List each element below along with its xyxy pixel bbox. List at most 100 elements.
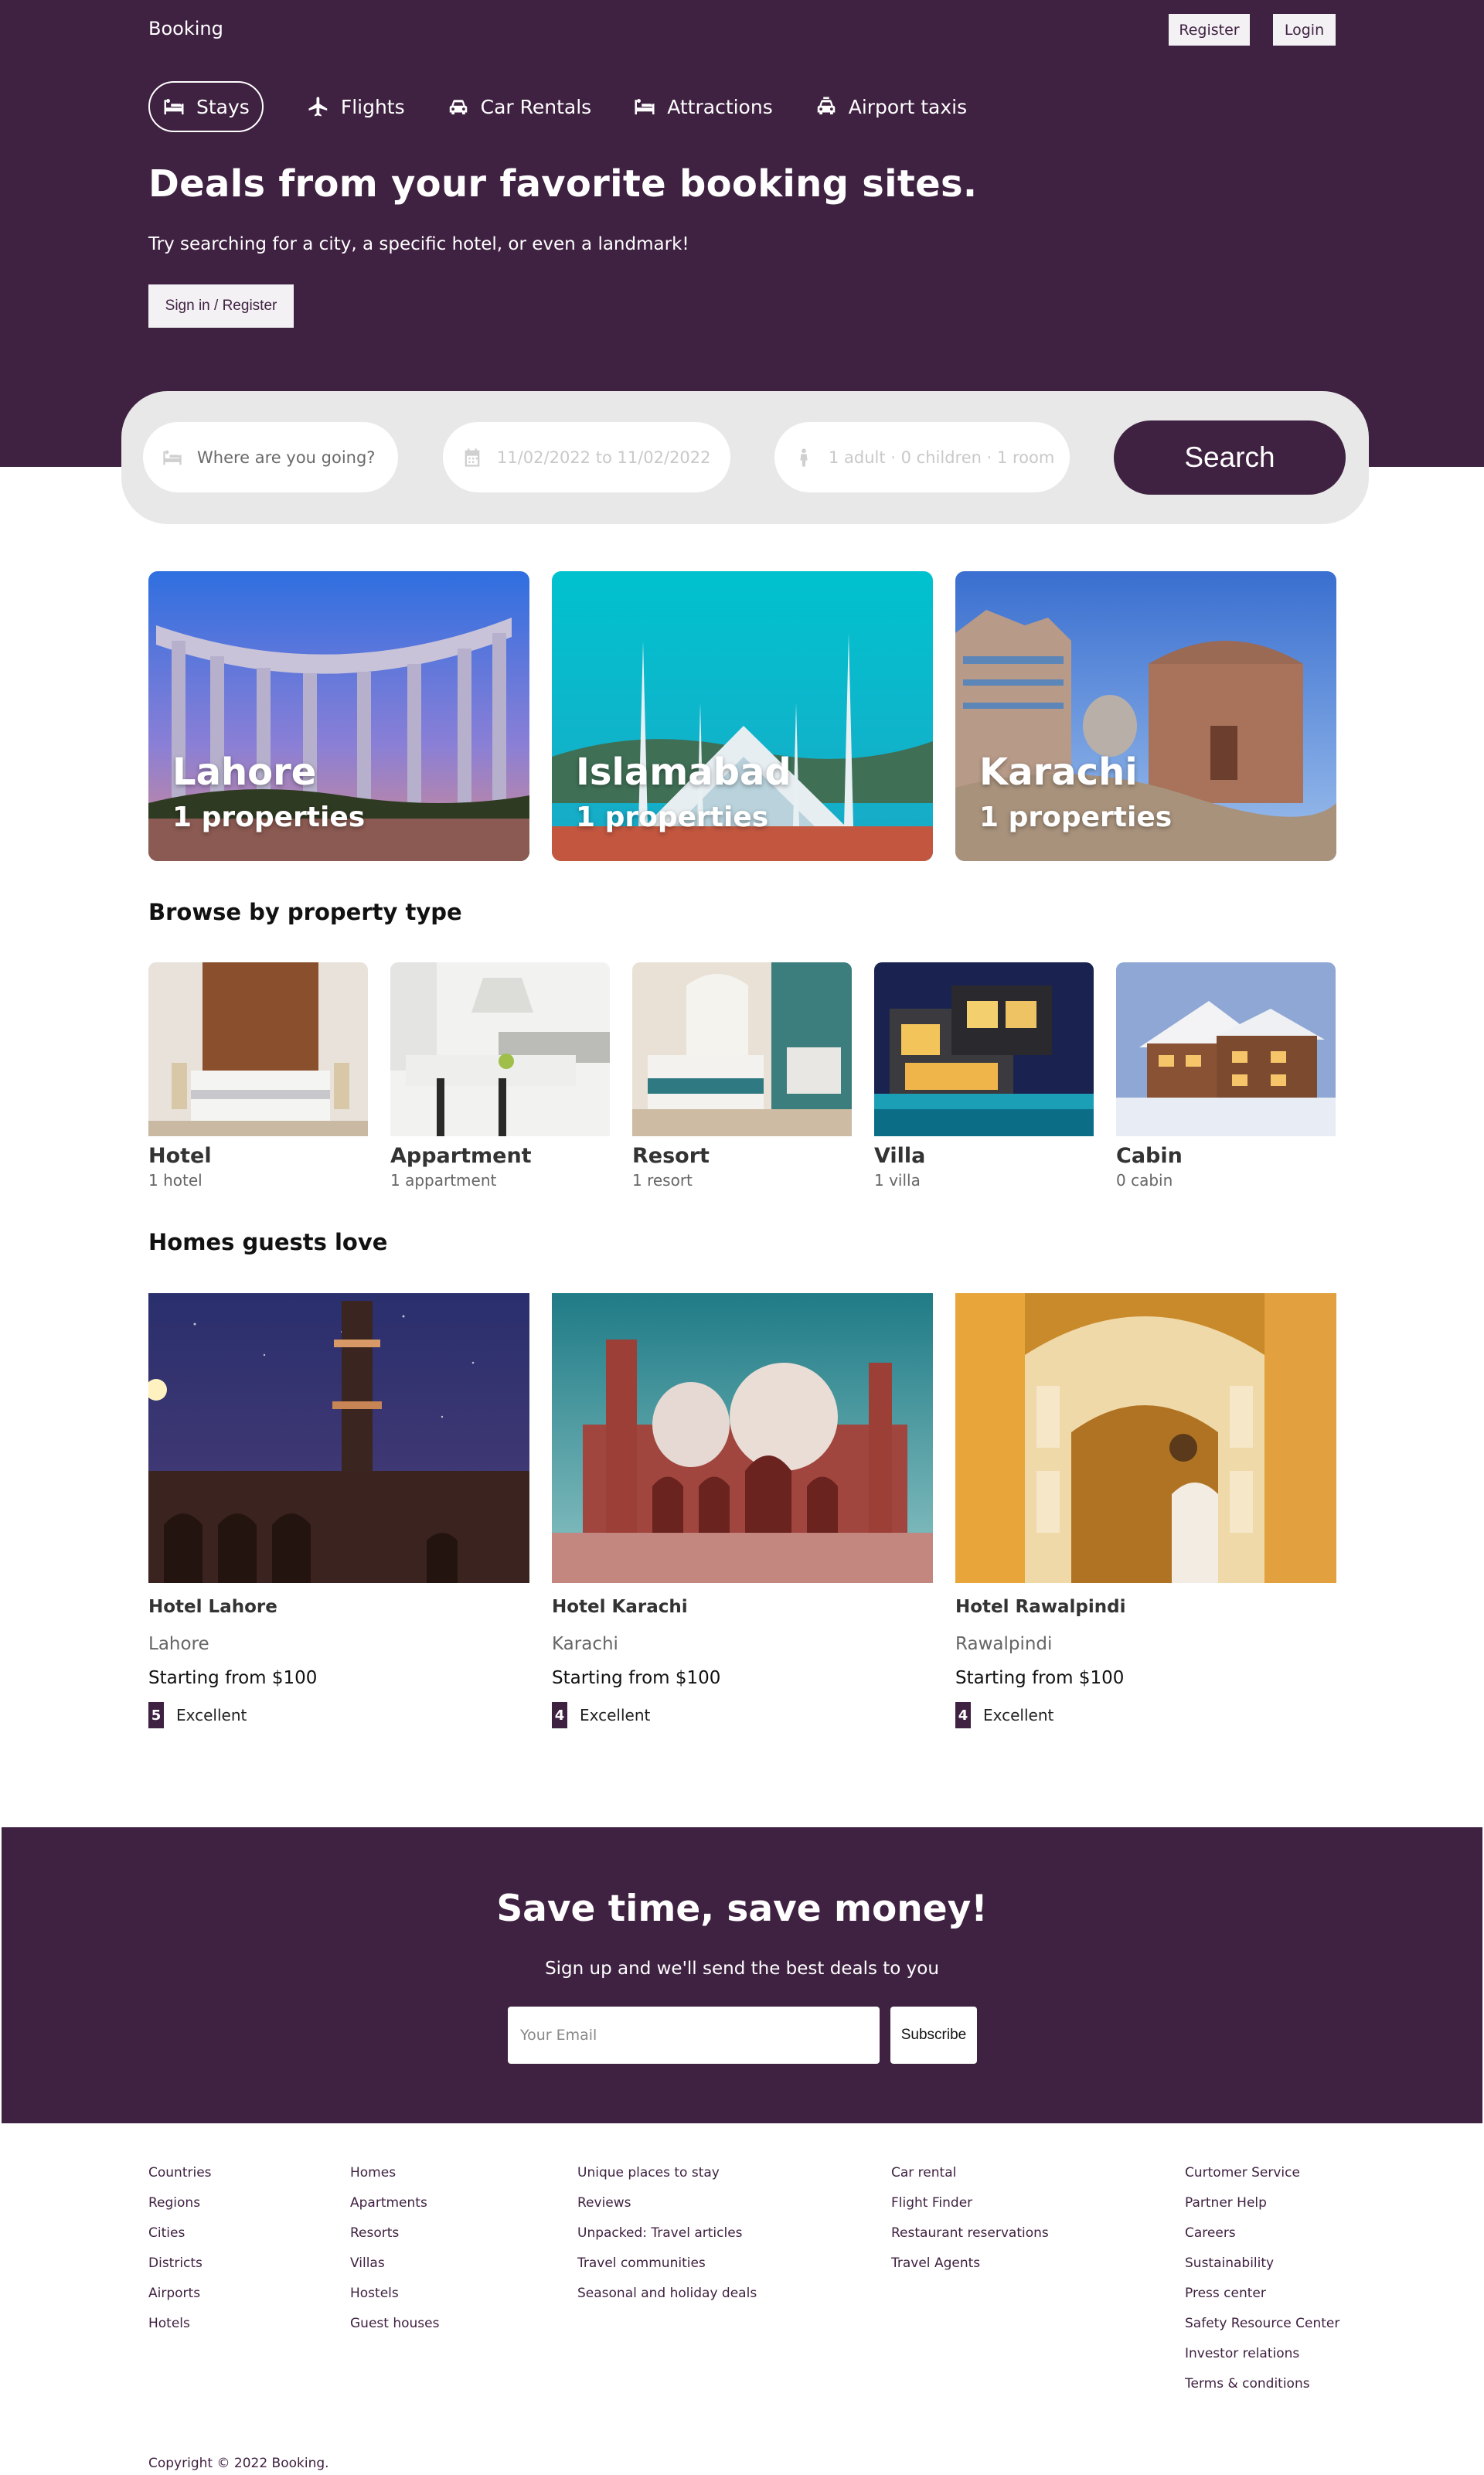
footer-link[interactable]: Hostels <box>350 2279 439 2309</box>
homes-heading: Homes guests love <box>148 1229 388 1255</box>
copyright-text: Copyright © 2022 Booking. <box>148 2456 329 2471</box>
home-name[interactable]: Hotel Lahore <box>148 1597 529 1617</box>
footer-link[interactable]: Hotels <box>148 2309 212 2339</box>
home-name[interactable]: Hotel Karachi <box>552 1597 933 1617</box>
brand-logo[interactable]: Booking <box>148 18 223 39</box>
property-type-heading: Browse by property type <box>148 899 462 925</box>
property-type-villa[interactable]: Villa 1 villa <box>874 962 1094 1190</box>
home-card-hotel-rawalpindi[interactable]: Hotel Rawalpindi Rawalpindi Starting fro… <box>955 1293 1336 1728</box>
register-button[interactable]: Register <box>1169 14 1250 46</box>
email-input[interactable] <box>508 2007 880 2064</box>
footer-link[interactable]: Partner Help <box>1185 2188 1339 2218</box>
city-count: 1 properties <box>172 802 366 833</box>
rating-label: Excellent <box>176 1706 247 1724</box>
apartment-kitchen-image <box>390 962 610 1136</box>
footer-link[interactable]: Curtomer Service <box>1185 2158 1339 2188</box>
footer-column-1: Countries Regions Cities Districts Airpo… <box>148 2158 212 2339</box>
nav-item-car-rentals[interactable]: Car Rentals <box>447 81 591 132</box>
property-type-hotel[interactable]: Hotel 1 hotel <box>148 962 368 1190</box>
rating-score-badge: 5 <box>148 1702 164 1728</box>
property-type-name: Appartment <box>390 1144 532 1168</box>
newsletter-section: Save time, save money! Sign up and we'll… <box>2 1827 1482 2123</box>
cabin-image <box>1116 962 1336 1136</box>
guests-value: 1 adult · 0 children · 1 room <box>829 448 1055 467</box>
footer-link[interactable]: Seasonal and holiday deals <box>577 2279 757 2309</box>
footer-column-3: Unique places to stay Reviews Unpacked: … <box>577 2158 757 2309</box>
footer-column-2: Homes Apartments Resorts Villas Hostels … <box>350 2158 439 2339</box>
city-count: 1 properties <box>576 802 769 833</box>
footer-link[interactable]: Unique places to stay <box>577 2158 757 2188</box>
nav-item-airport-taxis[interactable]: Airport taxis <box>815 81 967 132</box>
footer-link[interactable]: Restaurant reservations <box>891 2218 1049 2249</box>
newsletter-subtitle: Sign up and we'll send the best deals to… <box>545 1959 939 1979</box>
footer-link[interactable]: Sustainability <box>1185 2249 1339 2279</box>
nav-label: Stays <box>196 95 250 118</box>
footer-link[interactable]: Travel Agents <box>891 2249 1049 2279</box>
home-city: Lahore <box>148 1634 209 1654</box>
nav-item-attractions[interactable]: Attractions <box>633 81 773 132</box>
nav-label: Airport taxis <box>848 95 968 118</box>
resort-room-image <box>632 962 852 1136</box>
rating-label: Excellent <box>580 1706 651 1724</box>
subscribe-button[interactable]: Subscribe <box>890 2007 977 2064</box>
footer-link[interactable]: Careers <box>1185 2218 1339 2249</box>
property-type-count: 1 resort <box>632 1171 693 1190</box>
footer-link[interactable]: Countries <box>148 2158 212 2188</box>
home-city: Karachi <box>552 1634 618 1654</box>
footer-link[interactable]: Districts <box>148 2249 212 2279</box>
footer-link[interactable]: Cities <box>148 2218 212 2249</box>
footer-link[interactable]: Airports <box>148 2279 212 2309</box>
home-price: Starting from $100 <box>955 1668 1125 1688</box>
footer-link[interactable]: Reviews <box>577 2188 757 2218</box>
city-card-lahore[interactable]: Lahore 1 properties <box>148 571 529 861</box>
footer-link[interactable]: Villas <box>350 2249 439 2279</box>
home-card-hotel-lahore[interactable]: Hotel Lahore Lahore Starting from $100 5… <box>148 1293 529 1728</box>
property-type-count: 1 villa <box>874 1171 921 1190</box>
hero-subtitle: Try searching for a city, a specific hot… <box>148 234 689 254</box>
footer-link[interactable]: Unpacked: Travel articles <box>577 2218 757 2249</box>
city-card-karachi[interactable]: Karachi 1 properties <box>955 571 1336 861</box>
home-name[interactable]: Hotel Rawalpindi <box>955 1597 1336 1617</box>
footer-link[interactable]: Car rental <box>891 2158 1049 2188</box>
nav-label: Attractions <box>667 95 773 118</box>
car-icon <box>449 100 467 114</box>
home-card-hotel-karachi[interactable]: Hotel Karachi Karachi Starting from $100… <box>552 1293 933 1728</box>
login-button[interactable]: Login <box>1273 14 1336 46</box>
footer-link[interactable]: Guest houses <box>350 2309 439 2339</box>
city-name: Karachi <box>979 751 1138 794</box>
footer-link[interactable]: Safety Resource Center <box>1185 2309 1339 2339</box>
destination-input[interactable]: Where are you going? <box>143 422 398 492</box>
bed-icon <box>163 450 182 465</box>
footer-link[interactable]: Press center <box>1185 2279 1339 2309</box>
signin-register-button[interactable]: Sign in / Register <box>148 284 294 328</box>
footer-link[interactable]: Investor relations <box>1185 2339 1339 2369</box>
property-type-cabin[interactable]: Cabin 0 cabin <box>1116 962 1336 1190</box>
footer-link[interactable]: Terms & conditions <box>1185 2369 1339 2399</box>
home-rating: 5 Excellent <box>148 1702 529 1728</box>
city-name: Lahore <box>172 751 317 794</box>
footer-link[interactable]: Resorts <box>350 2218 439 2249</box>
city-card-islamabad[interactable]: Islamabad 1 properties <box>552 571 933 861</box>
property-type-resort[interactable]: Resort 1 resort <box>632 962 852 1190</box>
footer-link[interactable]: Regions <box>148 2188 212 2218</box>
person-icon <box>800 448 808 467</box>
date-range-input[interactable]: 11/02/2022 to 11/02/2022 <box>443 422 730 492</box>
footer-link[interactable]: Homes <box>350 2158 439 2188</box>
hotel-rawalpindi-image <box>955 1293 1336 1583</box>
property-type-appartment[interactable]: Appartment 1 appartment <box>390 962 610 1190</box>
footer-link[interactable]: Travel communities <box>577 2249 757 2279</box>
home-price: Starting from $100 <box>148 1668 318 1688</box>
city-count: 1 properties <box>979 802 1173 833</box>
search-button[interactable]: Search <box>1114 420 1346 495</box>
footer-link[interactable]: Flight Finder <box>891 2188 1049 2218</box>
nav-item-flights[interactable]: Flights <box>307 81 405 132</box>
hero-title: Deals from your favorite booking sites. <box>148 162 978 206</box>
property-type-name: Villa <box>874 1144 926 1168</box>
nav-item-stays[interactable]: Stays <box>148 81 264 132</box>
guests-input[interactable]: 1 adult · 0 children · 1 room <box>774 422 1070 492</box>
footer-link[interactable]: Apartments <box>350 2188 439 2218</box>
nav-label: Flights <box>340 95 405 118</box>
rating-label: Excellent <box>983 1706 1054 1724</box>
villa-image <box>874 962 1094 1136</box>
home-rating: 4 Excellent <box>955 1702 1336 1728</box>
